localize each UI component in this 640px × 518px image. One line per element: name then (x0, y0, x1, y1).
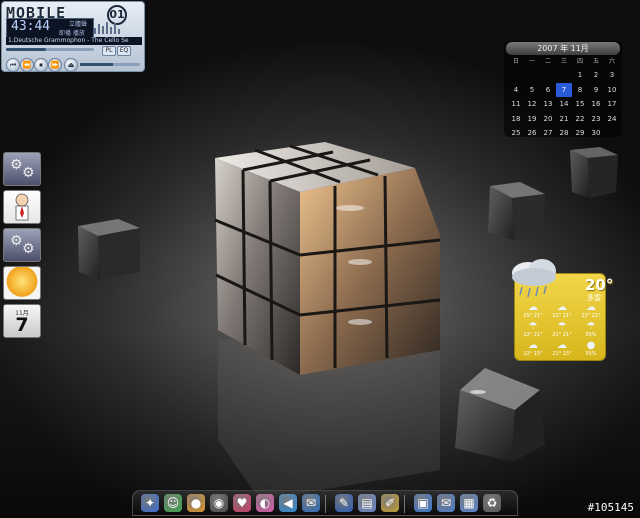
weather-forecast-temp: 25° 21° (523, 313, 543, 319)
weather-forecast-item: ☁ 22° 15° (519, 340, 547, 360)
rain-icon: ☂ (557, 321, 567, 332)
folder-icon[interactable]: ▦ (460, 494, 478, 512)
watermark: #105145 (587, 501, 634, 514)
weather-forecast-item: ☁ 25° 21° (519, 302, 547, 322)
mail-icon[interactable]: ✉ (437, 494, 455, 512)
wizard-icon[interactable]: ✦ (141, 494, 159, 512)
weather-forecast-item: ● 55% (577, 340, 605, 360)
weather-forecast-temp: 21° 15° (552, 351, 572, 357)
weather-forecast-temp: 22° 21° (523, 332, 543, 338)
bottom-dock: ✦ ☺ ● ◉ ♥ ◐ ◀ ✉ ✎ ▤ ✐ ▣ ✉ ▦ ♻ (132, 490, 518, 516)
rain-cloud-icon (512, 259, 556, 298)
main-cube-right (300, 168, 440, 375)
dock-separator (404, 495, 405, 513)
brushes-icon[interactable]: ✐ (381, 494, 399, 512)
weather-forecast-item: ☁ 22° 21° (577, 302, 605, 322)
weather-forecast-item: ☁ 21° 21° (548, 302, 576, 322)
weather-forecast-item: ☂ 55% (577, 321, 605, 341)
users-icon[interactable]: ☺ (164, 494, 182, 512)
weather-forecast-temp: 55% (585, 351, 597, 357)
glass-cube-far-right (570, 147, 618, 198)
back-arrow-icon[interactable]: ◀ (279, 494, 297, 512)
dock-separator (325, 495, 326, 513)
weather-forecast-temp: 22° 21° (581, 313, 601, 319)
moon-icon: ● (586, 340, 596, 351)
weather-forecast-item: ☂ 21° 21° (548, 321, 576, 341)
weather-current-temp: 20° (585, 276, 614, 294)
rain-icon: ☂ (586, 321, 596, 332)
weather-forecast-temp: 21° 21° (552, 332, 572, 338)
rain-icon: ☂ (528, 321, 538, 332)
cloud-icon: ☁ (528, 340, 538, 351)
tools-icon[interactable]: ✎ (335, 494, 353, 512)
weather-forecast-temp: 22° 15° (523, 351, 543, 357)
glass-cube-bottom-right (455, 368, 545, 462)
weather-forecast-temp: 21° 21° (552, 313, 572, 319)
cloud-icon: ☁ (528, 302, 538, 313)
media-player-icon[interactable]: ◉ (210, 494, 228, 512)
cloud-icon: ☁ (557, 340, 567, 351)
cloud-icon: ☁ (586, 302, 596, 313)
cloud-icon: ☁ (557, 302, 567, 313)
weather-forecast-item: ☁ 21° 15° (548, 340, 576, 360)
network-icon[interactable]: ▣ (414, 494, 432, 512)
pumpkin-icon[interactable]: ● (187, 494, 205, 512)
lips-icon[interactable]: ♥ (233, 494, 251, 512)
glass-cube-top-right (488, 182, 545, 240)
trash-icon[interactable]: ♻ (483, 494, 501, 512)
weather-forecast-temp: 55% (585, 332, 597, 338)
glass-cube-left (78, 219, 140, 280)
color-wheel-icon[interactable]: ◐ (256, 494, 274, 512)
weather-forecast-item: ☂ 22° 21° (519, 321, 547, 341)
notepad-icon[interactable]: ▤ (358, 494, 376, 512)
outlook-express-icon[interactable]: ✉ (302, 494, 320, 512)
